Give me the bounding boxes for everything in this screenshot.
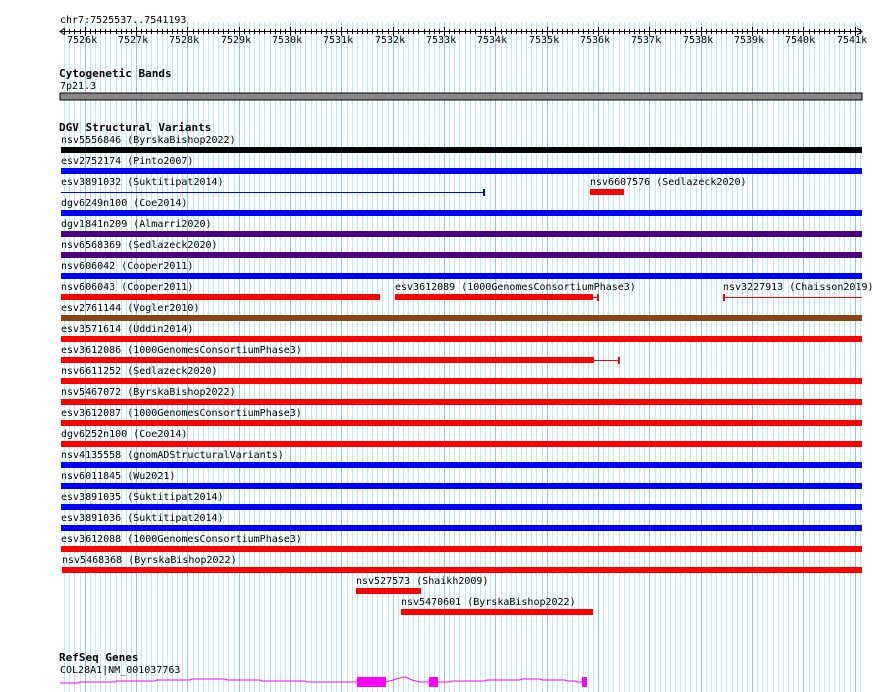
variant-bar[interactable] (61, 357, 595, 363)
variant-end-tick (597, 294, 600, 301)
ruler-tick-label: 7540k (785, 35, 816, 46)
ruler-tick-label: 7539k (734, 35, 765, 46)
variant-bar[interactable] (61, 483, 862, 489)
variant-bar[interactable] (355, 588, 422, 594)
variant-bar[interactable] (401, 609, 593, 615)
variant-label[interactable]: nsv5470601 (ByrskaBishop2022) (401, 597, 576, 608)
refseq-track-title[interactable]: RefSeq Genes (59, 652, 138, 663)
variant-label[interactable]: nsv5467072 (ByrskaBishop2022) (61, 387, 236, 398)
ruler-tick-label: 7531k (323, 35, 354, 46)
variant-start-tick (723, 294, 726, 301)
variant-bar[interactable] (61, 252, 862, 258)
variant-bar[interactable] (61, 441, 862, 447)
variant-bar[interactable] (61, 273, 862, 279)
variant-bar[interactable] (61, 168, 862, 174)
gene-exon (357, 677, 387, 687)
variant-label[interactable]: esv3891032 (Suktitipat2014) (61, 177, 224, 188)
ruler-tick-label: 7535k (529, 35, 560, 46)
variant-label[interactable]: nsv6611252 (Sedlazeck2020) (61, 366, 218, 377)
variant-end-tick (483, 189, 486, 196)
variant-bar[interactable] (61, 546, 862, 552)
variant-label[interactable]: esv3612089 (1000GenomesConsortiumPhase3) (395, 282, 636, 293)
gene-exon (581, 677, 587, 687)
cytoband-label: 7p21.3 (60, 81, 97, 92)
variant-bar[interactable] (61, 336, 862, 342)
variant-bar[interactable] (61, 378, 862, 384)
variant-label[interactable]: esv2752174 (Pinto2007) (61, 156, 193, 167)
variant-label[interactable]: nsv5556846 (ByrskaBishop2022) (61, 135, 236, 146)
variant-label[interactable]: nsv527573 (Shaikh2009) (356, 576, 488, 587)
ruler-tick-label: 7538k (683, 35, 714, 46)
variant-bar[interactable] (61, 210, 862, 216)
variant-end-tick (618, 357, 621, 364)
variant-label[interactable]: nsv6568369 (Sedlazeck2020) (61, 240, 218, 251)
variant-bar[interactable] (61, 147, 862, 153)
ruler-tick-label: 7527k (118, 35, 149, 46)
ruler-tick-label: 7526k (67, 35, 98, 46)
variant-bar[interactable] (61, 525, 862, 531)
variant-label[interactable]: esv3891035 (Suktitipat2014) (61, 492, 224, 503)
ruler-tick-label: 7528k (169, 35, 200, 46)
variant-label[interactable]: esv2761144 (Vogler2010) (61, 303, 199, 314)
dgv-track-title[interactable]: DGV Structural Variants (59, 122, 211, 133)
variant-bar[interactable] (61, 504, 862, 510)
variant-label[interactable]: dgv6252n100 (Coe2014) (61, 429, 187, 440)
ruler-tick-label: 7529k (221, 35, 252, 46)
variant-label[interactable]: esv3571614 (Uddin2014) (61, 324, 193, 335)
ruler-tick-label: 7530k (272, 35, 303, 46)
variant-label[interactable]: nsv5468368 (ByrskaBishop2022) (62, 555, 237, 566)
variant-label[interactable]: dgv6249n100 (Coe2014) (61, 198, 187, 209)
variant-label[interactable]: nsv606043 (Cooper2011) (61, 282, 193, 293)
variant-bar[interactable] (61, 315, 862, 321)
variant-label[interactable]: nsv3227913 (Chaisson2019) (723, 282, 874, 293)
variant-bar[interactable] (61, 231, 862, 237)
gene-label[interactable]: COL28A1|NM_001037763 (60, 665, 180, 676)
variant-bar[interactable] (61, 567, 862, 573)
variant-label[interactable]: nsv6607576 (Sedlazeck2020) (590, 177, 747, 188)
ruler-tick-label: 7534k (477, 35, 508, 46)
cytoband-track-title[interactable]: Cytogenetic Bands (59, 68, 172, 79)
variant-bar[interactable] (590, 189, 624, 195)
variant-bar[interactable] (395, 294, 593, 300)
variant-label[interactable]: nsv6011845 (Wu2021) (61, 471, 175, 482)
ruler-tick-label: 7533k (426, 35, 457, 46)
variant-label[interactable]: esv3612088 (1000GenomesConsortiumPhase3) (61, 534, 302, 545)
gene-intron-line (385, 676, 429, 683)
variant-bar[interactable] (61, 399, 862, 405)
variant-label[interactable]: esv3612087 (1000GenomesConsortiumPhase3) (61, 408, 302, 419)
ruler-tick-label: 7532k (375, 35, 406, 46)
variant-label[interactable]: nsv4135558 (gnomADStructuralVariants) (61, 450, 284, 461)
variant-bar[interactable] (61, 420, 862, 426)
gene-exon (428, 677, 438, 687)
variant-label[interactable]: esv3612086 (1000GenomesConsortiumPhase3) (61, 345, 302, 356)
ruler-tick-label: 7536k (580, 35, 611, 46)
ruler-tick-label: 7537k (631, 35, 662, 46)
variant-bar[interactable] (61, 462, 862, 468)
variant-bar[interactable] (61, 294, 381, 300)
location-label: chr7:7525537..7541193 (60, 15, 187, 26)
ruler-tick-label: 7541k (837, 35, 868, 46)
variant-label[interactable]: esv3891036 (Suktitipat2014) (61, 513, 224, 524)
variant-label[interactable]: nsv606042 (Cooper2011) (61, 261, 193, 272)
cytoband-7p21.3 (59, 92, 863, 101)
variant-label[interactable]: dgv1841n209 (Almarri2020) (61, 219, 212, 230)
